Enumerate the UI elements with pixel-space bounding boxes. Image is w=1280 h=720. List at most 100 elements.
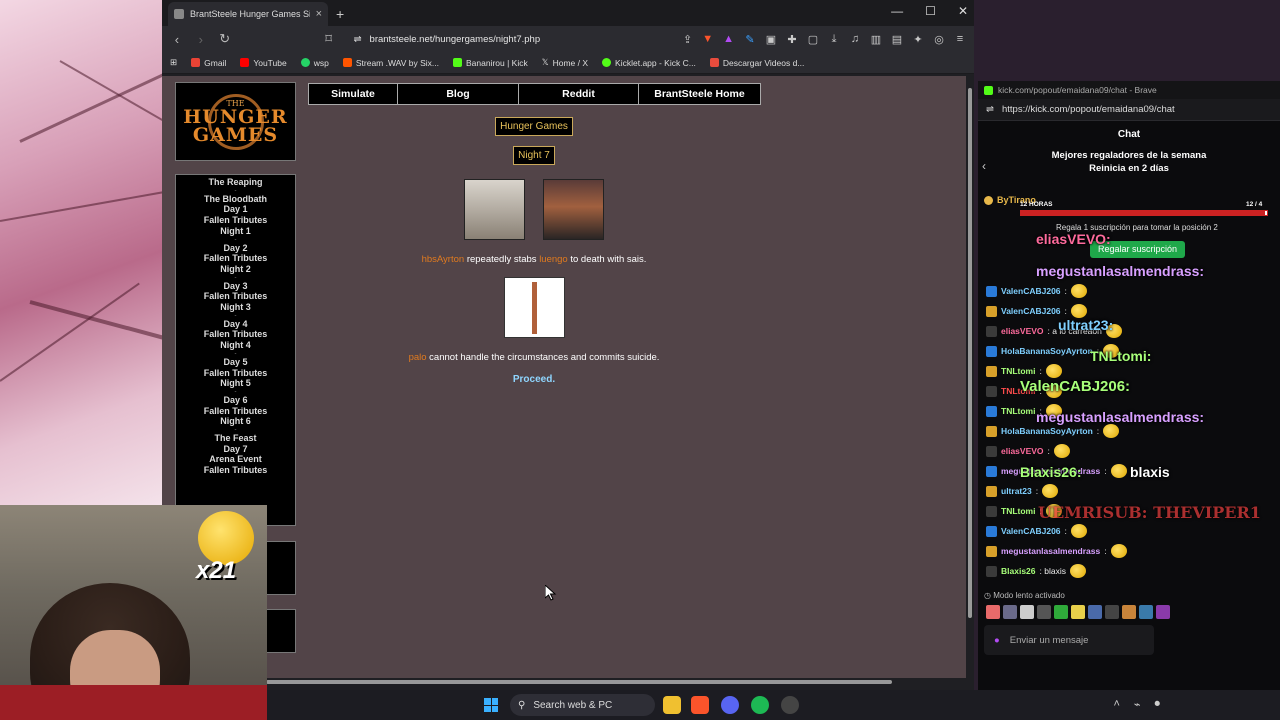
sidebar-item-day-4[interactable]: Day 4: [176, 319, 295, 330]
back-icon[interactable]: ‹: [170, 32, 184, 47]
leo-icon[interactable]: ✦: [912, 33, 924, 46]
chat-username[interactable]: Blaxis26: [1001, 561, 1036, 581]
apps-grid-icon[interactable]: ⊞: [170, 57, 177, 68]
address-bar[interactable]: ⇌ brantsteele.net/hungergames/night7.php: [346, 29, 703, 49]
sidebar-item-day-6[interactable]: Day 6: [176, 395, 295, 406]
emote-icon[interactable]: [1105, 605, 1119, 619]
bookmark-stream-wav[interactable]: Stream .WAV by Six...: [342, 58, 439, 68]
file-explorer-icon[interactable]: [663, 696, 681, 714]
emote-icon[interactable]: [1003, 605, 1017, 619]
sidebar-item-night-5[interactable]: Night 5: [176, 378, 295, 389]
sidebar-item-fallen-7[interactable]: Fallen Tributes: [176, 465, 295, 476]
chat-message-input[interactable]: ● Enviar un mensaje: [984, 625, 1154, 655]
sidebar-item-night-1[interactable]: Night 1: [176, 226, 295, 237]
sidebar-icon[interactable]: ▥: [870, 33, 882, 46]
chat-username[interactable]: TNLtomi: [1001, 501, 1035, 521]
chevron-left-icon[interactable]: ‹: [982, 159, 986, 173]
chat-username[interactable]: ValenCABJ206: [1001, 281, 1061, 301]
vpn-icon[interactable]: ◎: [933, 33, 945, 46]
sidebar-item-day-1[interactable]: Day 1: [176, 204, 295, 215]
emote-icon[interactable]: [1122, 605, 1136, 619]
discord-icon[interactable]: [721, 696, 739, 714]
sidebar-item-fallen-2[interactable]: Fallen Tributes: [176, 253, 295, 264]
chat-username[interactable]: eliasVEVO: [1001, 441, 1044, 461]
sidebar-item-bloodbath[interactable]: The Bloodbath: [176, 194, 295, 205]
emote-icon[interactable]: [986, 605, 1000, 619]
share-icon[interactable]: ⇪: [683, 33, 692, 46]
menu-icon[interactable]: ≡: [954, 33, 966, 46]
microphone-icon[interactable]: ⏺: [1155, 698, 1161, 711]
chat-username[interactable]: TNLtomi: [1001, 401, 1035, 421]
site-info-icon[interactable]: ⇌: [986, 104, 994, 115]
chat-username[interactable]: HolaBananaSoyAyrton: [1001, 341, 1093, 361]
bookmark-descargar[interactable]: Descargar Videos d...: [709, 58, 804, 68]
sidebar-item-fallen-3[interactable]: Fallen Tributes: [176, 291, 295, 302]
emote-icon[interactable]: [1139, 605, 1153, 619]
chat-address-bar[interactable]: ⇌ https://kick.com/popout/emaidana09/cha…: [978, 99, 1280, 121]
sidebar-item-fallen-1[interactable]: Fallen Tributes: [176, 215, 295, 226]
tab-close-icon[interactable]: ×: [316, 8, 322, 20]
new-tab-button[interactable]: +: [336, 6, 344, 22]
emote-icon[interactable]: [1088, 605, 1102, 619]
sidebar-item-night-4[interactable]: Night 4: [176, 340, 295, 351]
extension-icon[interactable]: ▣: [765, 33, 777, 46]
taskbar-search[interactable]: ⚲ Search web & PC: [510, 694, 655, 716]
obs-icon[interactable]: [781, 696, 799, 714]
emote-icon[interactable]: [1071, 605, 1085, 619]
bookmark-x[interactable]: 𝕏 Home / X: [542, 57, 588, 68]
sidebar-item-reaping[interactable]: The Reaping: [176, 177, 295, 188]
bookmark-bananirou[interactable]: Bananirou | Kick: [453, 58, 528, 68]
scroll-thumb[interactable]: [266, 680, 892, 684]
network-icon[interactable]: ⌁: [1134, 698, 1141, 711]
puzzle-icon[interactable]: ✚: [786, 33, 798, 46]
sidebar-item-day-5[interactable]: Day 5: [176, 357, 295, 368]
sidebar-item-day-7[interactable]: Day 7: [176, 444, 295, 455]
bookmark-wsp[interactable]: wsp: [300, 58, 329, 68]
sidebar-item-fallen-4[interactable]: Fallen Tributes: [176, 329, 295, 340]
forward-icon[interactable]: ›: [194, 32, 208, 47]
reload-icon[interactable]: ↻: [218, 31, 232, 47]
site-info-icon[interactable]: ⇌: [354, 34, 362, 45]
sidebar-item-arena-event[interactable]: Arena Event: [176, 454, 295, 465]
nav-brantsteele-home[interactable]: BrantSteele Home: [639, 84, 760, 104]
chat-username[interactable]: megustanlasalmendrass: [1001, 541, 1100, 561]
nav-reddit[interactable]: Reddit: [519, 84, 639, 104]
media-icon[interactable]: ♫: [849, 33, 861, 46]
screenshot-icon[interactable]: ▢: [807, 33, 819, 46]
sidebar-item-day-3[interactable]: Day 3: [176, 281, 295, 292]
hunger-games-logo[interactable]: THE HUNGER GAMES: [175, 82, 296, 161]
chat-username[interactable]: ValenCABJ206: [1001, 521, 1061, 541]
sidebar-item-night-3[interactable]: Night 3: [176, 302, 295, 313]
emote-icon[interactable]: [1037, 605, 1051, 619]
bookmark-youtube[interactable]: YouTube: [240, 58, 287, 68]
translate-extension-icon[interactable]: ✎: [744, 33, 756, 46]
proceed-link[interactable]: Proceed.: [513, 374, 555, 385]
minimize-icon[interactable]: —: [891, 4, 903, 18]
brave-rewards-icon[interactable]: ▲: [723, 33, 734, 45]
sidebar-item-feast[interactable]: The Feast: [176, 433, 295, 444]
bookmark-gmail[interactable]: Gmail: [191, 58, 226, 68]
bookmark-icon[interactable]: ⌑: [322, 31, 336, 47]
spotify-icon[interactable]: [751, 696, 769, 714]
bookmark-kicklet[interactable]: Kicklet.app - Kick C...: [602, 58, 696, 68]
sidebar-item-day-2[interactable]: Day 2: [176, 243, 295, 254]
emote-icon[interactable]: [1020, 605, 1034, 619]
windows-start-icon[interactable]: [484, 698, 498, 712]
sidebar-item-night-2[interactable]: Night 2: [176, 264, 295, 275]
tab-hunger-games[interactable]: BrantSteele Hunger Games Simu ×: [168, 2, 328, 26]
wallet-icon[interactable]: ▤: [891, 33, 903, 46]
sidebar-item-night-6[interactable]: Night 6: [176, 416, 295, 427]
brave-icon[interactable]: [691, 696, 709, 714]
chat-username[interactable]: eliasVEVO: [1001, 321, 1044, 341]
sidebar-item-fallen-5[interactable]: Fallen Tributes: [176, 368, 295, 379]
close-icon[interactable]: ✕: [958, 4, 968, 18]
maximize-icon[interactable]: ☐: [925, 4, 936, 18]
emote-icon[interactable]: [1156, 605, 1170, 619]
sidebar-item-fallen-6[interactable]: Fallen Tributes: [176, 406, 295, 417]
microphone-icon[interactable]: ●: [994, 635, 1000, 646]
chevron-up-icon[interactable]: ˄: [1113, 698, 1119, 711]
horizontal-scrollbar[interactable]: [266, 678, 966, 686]
nav-simulate[interactable]: Simulate: [309, 84, 398, 104]
brave-shield-icon[interactable]: ▼: [702, 33, 713, 45]
download-icon[interactable]: ⤓: [828, 33, 840, 46]
